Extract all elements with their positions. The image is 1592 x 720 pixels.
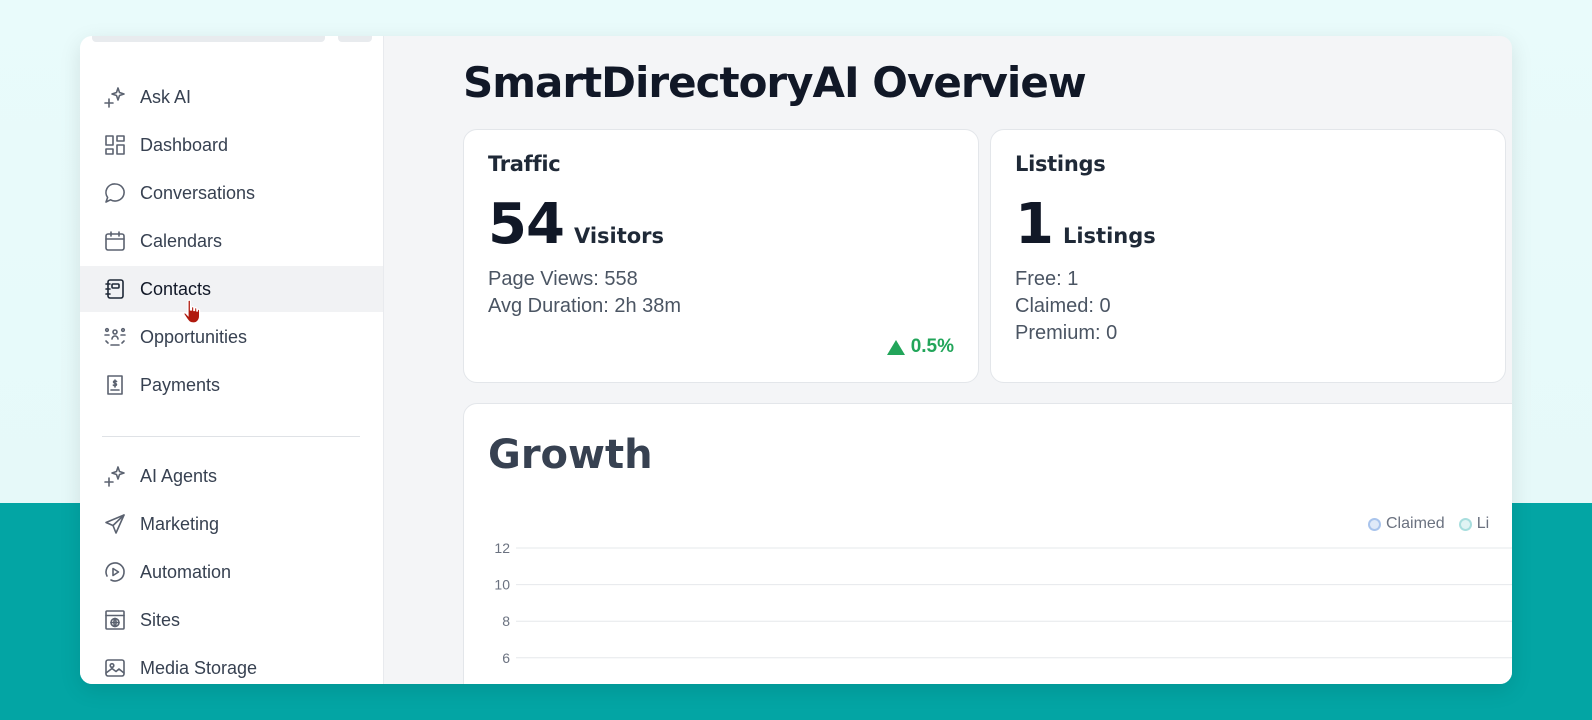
- sidebar-item-label: Automation: [140, 561, 232, 582]
- sidebar-item-media-storage[interactable]: Media Storage: [80, 645, 383, 684]
- growth-title: Growth: [488, 432, 653, 478]
- listings-card: Listings 1 Listings Free: 1 Claimed: 0 P…: [990, 129, 1506, 383]
- sidebar-item-sites[interactable]: Sites: [80, 597, 383, 643]
- legend-label-claimed: Claimed: [1386, 515, 1445, 532]
- sidebar-item-payments[interactable]: Payments: [80, 362, 383, 408]
- sidebar-item-label: Dashboard: [140, 134, 229, 155]
- legend-dot-claimed: [1368, 517, 1381, 531]
- chat-bubble-icon: [102, 180, 128, 206]
- listings-free: Free: 1: [1015, 268, 1079, 290]
- traffic-count-row: 54 Visitors: [488, 192, 664, 257]
- sidebar-item-label: Ask AI: [140, 86, 192, 107]
- hand-cursor-icon: [182, 299, 202, 330]
- sidebar-item-label: Media Storage: [140, 657, 258, 678]
- globe-window-icon: [102, 607, 128, 633]
- sparkle-icon: [102, 463, 128, 489]
- app-window: Ask AI Dashboard Conversations Calendars…: [80, 36, 1512, 684]
- sidebar-item-label: Payments: [140, 374, 221, 395]
- visitor-unit: Visitors: [573, 224, 665, 248]
- sidebar-item-automation[interactable]: Automation: [80, 549, 383, 595]
- sidebar-item-label: AI Agents: [140, 465, 218, 486]
- sidebar-top-button[interactable]: [338, 36, 372, 42]
- send-icon: [102, 511, 128, 537]
- sidebar: Ask AI Dashboard Conversations Calendars…: [80, 36, 384, 684]
- listings-claimed: Claimed: 0: [1015, 295, 1111, 317]
- page-views: Page Views: 558: [488, 268, 638, 290]
- contact-book-icon: [102, 276, 128, 302]
- sparkle-icon: [102, 84, 128, 110]
- sidebar-item-calendars[interactable]: Calendars: [80, 218, 383, 264]
- page-title: SmartDirectoryAI Overview: [463, 58, 1087, 107]
- y-tick-label: 8: [502, 613, 510, 629]
- traffic-stats: Page Views: 558 Avg Duration: 2h 38m: [488, 266, 681, 320]
- traffic-card: Traffic 54 Visitors Page Views: 558 Avg …: [463, 129, 979, 383]
- listings-count-row: 1 Listings: [1015, 192, 1156, 257]
- legend-item-claimed[interactable]: Claimed: [1368, 515, 1445, 533]
- legend-dot-li: [1458, 517, 1472, 531]
- y-tick-label: 6: [502, 650, 510, 666]
- chart-legend: Claimed Li: [1368, 515, 1503, 533]
- sidebar-item-label: Calendars: [140, 230, 223, 251]
- sidebar-item-marketing[interactable]: Marketing: [80, 501, 383, 547]
- grid-icon: [102, 132, 128, 158]
- sidebar-divider: [102, 436, 360, 437]
- sidebar-item-dashboard[interactable]: Dashboard: [80, 122, 383, 168]
- calendar-icon: [102, 228, 128, 254]
- listings-count: 1: [1015, 192, 1054, 257]
- main-content: SmartDirectoryAI Overview Traffic 54 Vis…: [383, 36, 1512, 684]
- growth-chart: 12 10 8 6: [494, 540, 1512, 666]
- opportunities-icon: [102, 324, 128, 350]
- legend-label-li: Li: [1476, 515, 1490, 532]
- sidebar-top-search[interactable]: [92, 36, 325, 42]
- sidebar-item-label: Contacts: [140, 278, 212, 299]
- sidebar-item-label: Marketing: [140, 513, 220, 534]
- sidebar-item-contacts[interactable]: Contacts: [80, 266, 383, 312]
- legend-item-li[interactable]: Li: [1458, 515, 1490, 533]
- listings-unit: Listings: [1062, 224, 1156, 248]
- sidebar-item-opportunities[interactable]: Opportunities: [80, 314, 383, 360]
- sidebar-item-label: Conversations: [140, 182, 256, 203]
- triangle-up-icon: [886, 339, 905, 355]
- sidebar-item-ask-ai[interactable]: Ask AI: [80, 74, 383, 120]
- sidebar-item-conversations[interactable]: Conversations: [80, 170, 383, 216]
- image-icon: [102, 655, 128, 681]
- play-circle-icon: [102, 559, 128, 585]
- y-tick-label: 12: [494, 540, 510, 556]
- listings-stats: Free: 1 Claimed: 0 Premium: 0: [1015, 266, 1117, 347]
- listings-premium: Premium: 0: [1015, 322, 1118, 344]
- trend-value: 0.5%: [910, 336, 954, 357]
- growth-card: Growth Claimed Li 12 10 8 6: [463, 403, 1512, 684]
- trend-badge: 0.5%: [886, 336, 954, 358]
- receipt-icon: [102, 372, 128, 398]
- sidebar-item-ai-agents[interactable]: AI Agents: [80, 453, 383, 499]
- y-tick-label: 10: [494, 577, 510, 593]
- listings-card-title: Listings: [1015, 152, 1106, 176]
- sidebar-item-label: Sites: [140, 609, 181, 630]
- avg-duration: Avg Duration: 2h 38m: [488, 295, 682, 317]
- visitor-count: 54: [488, 192, 565, 257]
- traffic-card-title: Traffic: [488, 152, 561, 176]
